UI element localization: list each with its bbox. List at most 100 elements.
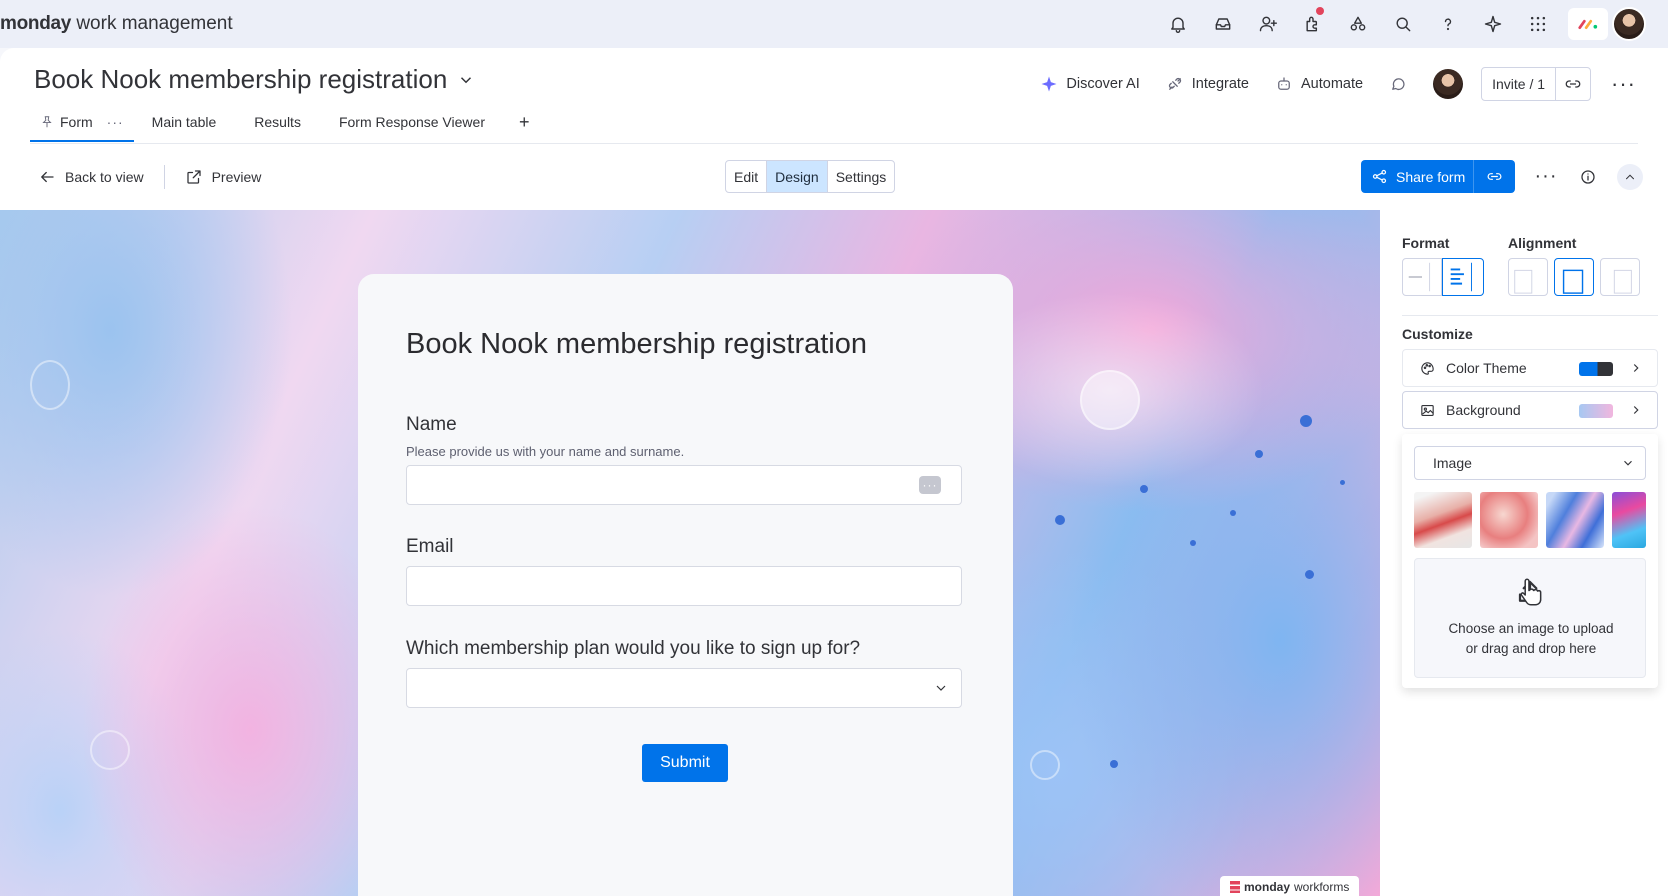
discover-ai-button[interactable]: Discover AI bbox=[1040, 75, 1140, 93]
back-to-view-button[interactable]: Back to view bbox=[38, 168, 144, 186]
notifications-icon[interactable] bbox=[1155, 0, 1200, 48]
board-member-avatar[interactable] bbox=[1433, 69, 1464, 99]
color-theme-row[interactable]: Color Theme bbox=[1402, 349, 1658, 387]
app-logo[interactable]: monday work management bbox=[0, 13, 233, 35]
copy-link-button[interactable] bbox=[1556, 75, 1590, 93]
background-type-select[interactable]: Image bbox=[1414, 446, 1646, 480]
membership-plan-label[interactable]: Which membership plan would you like to … bbox=[406, 638, 860, 660]
background-swirl bbox=[1030, 750, 1060, 780]
background-thumbnail-1[interactable] bbox=[1414, 492, 1472, 548]
format-heading: Format bbox=[1402, 235, 1450, 251]
align-right-icon bbox=[1613, 269, 1632, 294]
design-panel: Format Alignment Customize Color Theme B… bbox=[1380, 210, 1668, 896]
ai-sparkle-icon[interactable] bbox=[1470, 0, 1515, 48]
user-avatar[interactable] bbox=[1612, 7, 1646, 41]
palette-icon bbox=[1421, 361, 1434, 375]
tab-results[interactable]: Results bbox=[244, 108, 311, 140]
background-label: Background bbox=[1446, 402, 1521, 418]
alignment-center-option[interactable] bbox=[1554, 258, 1594, 296]
alignment-right-option[interactable] bbox=[1600, 258, 1640, 296]
info-icon[interactable] bbox=[1567, 168, 1609, 186]
app-grid-icon[interactable] bbox=[1515, 0, 1560, 48]
settings-mode-button[interactable]: Settings bbox=[828, 161, 895, 192]
share-form-button[interactable]: Share form bbox=[1361, 160, 1515, 193]
tab-more-icon[interactable]: ··· bbox=[107, 114, 124, 130]
tab-form[interactable]: Form ··· bbox=[30, 108, 134, 142]
monday-logo-icon[interactable] bbox=[1568, 8, 1608, 40]
link-icon bbox=[1487, 173, 1502, 180]
form-toolbar-right: ··· bbox=[1525, 160, 1651, 193]
chevron-down-icon bbox=[1624, 460, 1632, 466]
background-row[interactable]: Background bbox=[1402, 391, 1658, 429]
background-thumbnail-2[interactable] bbox=[1480, 492, 1538, 548]
background-swirl bbox=[90, 730, 130, 770]
alignment-left-option[interactable] bbox=[1508, 258, 1548, 296]
email-field-label[interactable]: Email bbox=[406, 536, 454, 558]
toolbar-divider bbox=[163, 165, 165, 189]
collapse-panel-button[interactable] bbox=[1609, 163, 1651, 190]
inbox-icon[interactable] bbox=[1200, 0, 1245, 48]
form-more-icon[interactable]: ··· bbox=[1525, 165, 1567, 188]
membership-plan-dropdown[interactable] bbox=[406, 668, 962, 708]
tab-form-response-viewer[interactable]: Form Response Viewer bbox=[329, 108, 495, 140]
partners-icon[interactable] bbox=[1335, 0, 1380, 48]
automate-button[interactable]: Automate bbox=[1275, 75, 1363, 93]
tab-main-table[interactable]: Main table bbox=[142, 108, 227, 140]
copy-form-link-button[interactable] bbox=[1473, 160, 1515, 193]
share-form-main[interactable]: Share form bbox=[1361, 160, 1473, 193]
form-card: Book Nook membership registration Name P… bbox=[358, 274, 1013, 896]
add-view-button[interactable]: + bbox=[513, 108, 536, 137]
top-icons bbox=[1155, 0, 1668, 48]
email-input[interactable] bbox=[406, 566, 962, 606]
invite-members-icon[interactable] bbox=[1245, 0, 1290, 48]
background-speck bbox=[1140, 485, 1148, 493]
format-side-icon bbox=[1450, 262, 1472, 292]
workforms-badge[interactable]: monday workforms bbox=[1220, 876, 1360, 896]
apps-icon[interactable] bbox=[1290, 0, 1335, 48]
image-upload-dropzone[interactable]: Choose an image to upload or drag and dr… bbox=[1414, 558, 1646, 678]
format-classic-option[interactable] bbox=[1402, 258, 1442, 296]
background-speck bbox=[1255, 450, 1263, 458]
chat-bubble-icon bbox=[1392, 78, 1405, 90]
ai-sparkle-icon bbox=[1041, 76, 1057, 92]
share-icon bbox=[1372, 169, 1387, 184]
preview-button[interactable]: Preview bbox=[185, 168, 261, 186]
background-swatch bbox=[1579, 404, 1613, 418]
background-speck bbox=[1055, 515, 1065, 525]
integrate-button[interactable]: Integrate bbox=[1166, 75, 1249, 93]
pin-icon bbox=[42, 116, 52, 128]
edit-mode-button[interactable]: Edit bbox=[726, 161, 768, 192]
name-field-description: Please provide us with your name and sur… bbox=[406, 444, 685, 459]
upload-instruction-secondary: or drag and drop here bbox=[1465, 641, 1597, 656]
chevron-down-icon[interactable] bbox=[457, 71, 475, 89]
form-title[interactable]: Book Nook membership registration bbox=[406, 328, 867, 361]
arrow-left-icon bbox=[41, 171, 54, 183]
chevron-right-icon bbox=[1633, 364, 1639, 372]
help-icon[interactable] bbox=[1425, 0, 1470, 48]
comments-button[interactable] bbox=[1389, 75, 1407, 93]
board-title[interactable]: Book Nook membership registration bbox=[34, 64, 475, 95]
background-swirl bbox=[30, 360, 70, 410]
header-actions: Discover AI Integrate Automate Invite / … bbox=[1014, 66, 1636, 102]
background-thumbnail-3[interactable] bbox=[1544, 490, 1606, 550]
search-icon[interactable] bbox=[1380, 0, 1425, 48]
submit-button[interactable]: Submit bbox=[642, 744, 728, 782]
password-manager-icon[interactable]: ··· bbox=[919, 476, 941, 494]
board-more-icon[interactable]: ··· bbox=[1611, 73, 1636, 95]
background-speck bbox=[1305, 570, 1314, 579]
align-left-icon bbox=[1514, 269, 1533, 294]
name-input[interactable]: ··· bbox=[406, 465, 962, 505]
color-theme-swatch bbox=[1579, 362, 1613, 376]
background-speck bbox=[1340, 480, 1345, 485]
invite-button[interactable]: Invite / 1 bbox=[1481, 67, 1592, 101]
format-side-option[interactable] bbox=[1442, 258, 1484, 296]
background-thumbnail-4[interactable] bbox=[1612, 492, 1646, 548]
notification-dot bbox=[1316, 7, 1324, 15]
form-toolbar-left: Back to view Preview bbox=[38, 162, 261, 192]
background-speck bbox=[1230, 510, 1236, 516]
design-mode-button[interactable]: Design bbox=[767, 161, 828, 192]
customize-heading: Customize bbox=[1402, 326, 1473, 342]
name-field-label[interactable]: Name bbox=[406, 414, 457, 436]
workforms-logo-icon bbox=[1230, 881, 1240, 893]
invite-label[interactable]: Invite / 1 bbox=[1482, 68, 1557, 100]
